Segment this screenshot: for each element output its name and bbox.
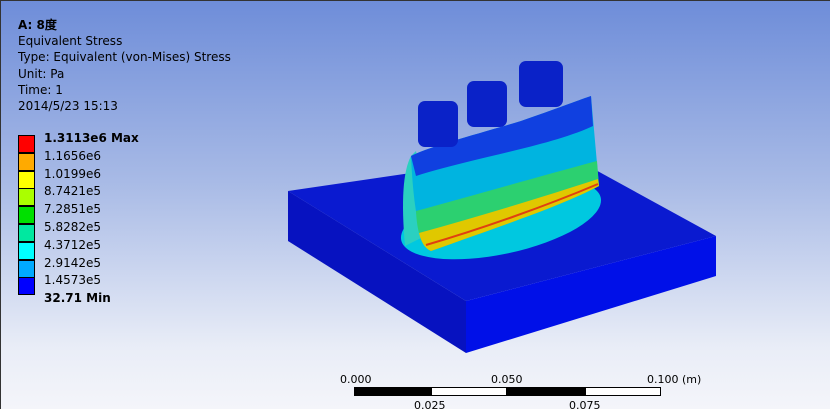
scale-label: 0.100 (m): [647, 373, 702, 386]
tooth-2: [467, 81, 507, 127]
scale-label: 0.075: [569, 399, 601, 412]
scale-segment: [585, 387, 661, 396]
tooth-1: [418, 101, 458, 147]
tooth-3: [519, 61, 563, 107]
scale-segment: [507, 387, 585, 396]
scale-segment: [354, 387, 431, 396]
scale-label: 0.025: [414, 399, 446, 412]
scale-segment: [431, 387, 507, 396]
graphics-viewport[interactable]: A: 8度 Equivalent Stress Type: Equivalent…: [0, 0, 830, 412]
scale-bar: 0.000 0.050 0.100 (m) 0.025 0.075: [340, 373, 701, 412]
scale-label: 0.000: [340, 373, 372, 386]
model-view: [288, 61, 716, 353]
scale-label: 0.050: [491, 373, 523, 386]
